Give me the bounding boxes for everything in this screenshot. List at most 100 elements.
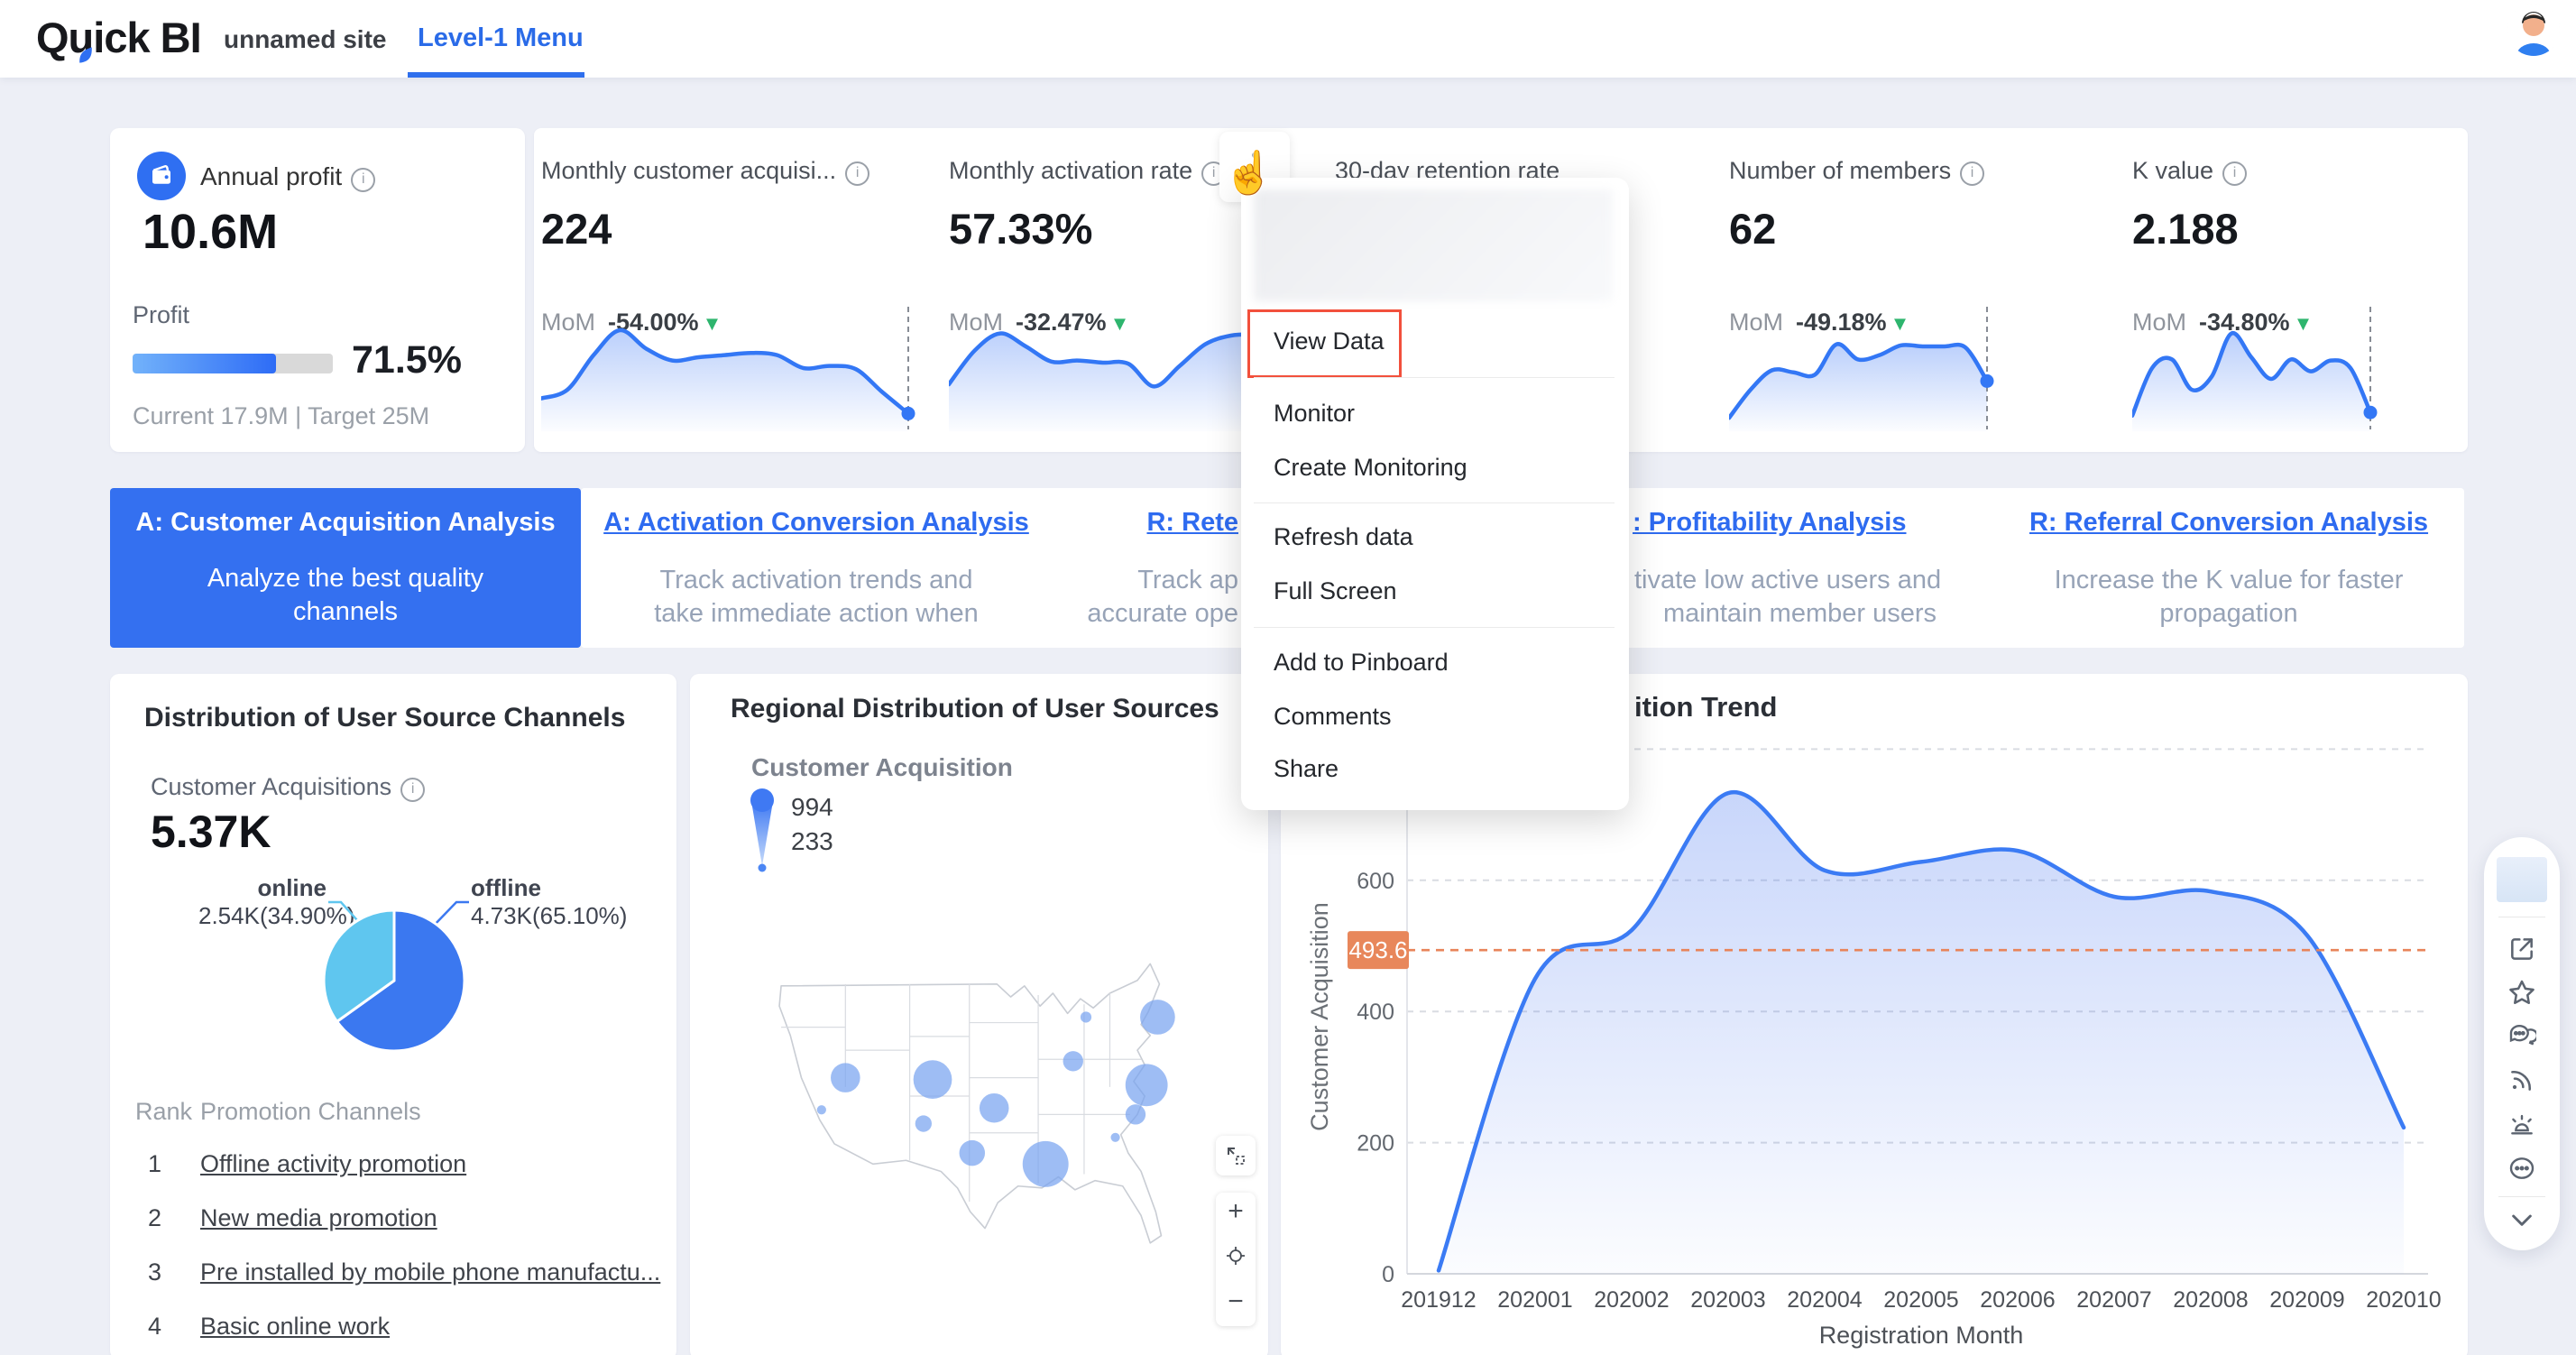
info-icon[interactable]: i	[2222, 161, 2247, 186]
svg-text:202006: 202006	[1980, 1287, 2055, 1313]
map-bubble[interactable]	[1110, 1133, 1119, 1142]
kpi-value: 224	[541, 204, 612, 253]
bubble-size-legend-icon	[740, 787, 785, 877]
kpi-value: 57.33%	[949, 204, 1092, 253]
quickbi-logo[interactable]: Quick BI	[36, 13, 201, 62]
collapse-chevron-icon[interactable]	[2507, 1205, 2536, 1234]
card-title: Regional Distribution of User Sources	[731, 694, 1219, 724]
tab-desc-line: Increase the K value for faster	[1993, 566, 2464, 595]
progress-footer: Current 17.9M | Target 25M	[133, 402, 429, 430]
map-bubble[interactable]	[960, 1140, 986, 1166]
map-bubble[interactable]	[1023, 1141, 1069, 1187]
svg-text:202001: 202001	[1497, 1287, 1572, 1313]
info-icon[interactable]: i	[1960, 161, 1984, 186]
metric-label: Customer Acquisitionsi	[151, 773, 425, 802]
svg-text:600: 600	[1357, 869, 1394, 894]
tab-desc-fragment: Track ap	[1052, 566, 1238, 595]
menu-divider	[1254, 377, 1615, 378]
tab-title-fragment: R: Rete	[1052, 508, 1238, 538]
svg-text:202009: 202009	[2269, 1287, 2344, 1313]
page-thumbnail[interactable]	[2497, 857, 2547, 902]
tab-referral-conversion-analysis[interactable]: R: Referral Conversion Analysis Increase…	[1993, 488, 2464, 648]
map-bubble[interactable]	[1126, 1104, 1145, 1124]
tab-title: A: Activation Conversion Analysis	[581, 508, 1052, 538]
us-outline	[779, 963, 1161, 1242]
map-bubble[interactable]	[1140, 1000, 1175, 1035]
tab-title: R: Referral Conversion Analysis	[1993, 508, 2464, 538]
tab-profitability-analysis[interactable]: : Profitability Analysis tivate low acti…	[1633, 488, 1993, 648]
rank-number: 2	[148, 1204, 161, 1232]
blurred-menu-item	[1254, 189, 1613, 301]
tab-desc-fragment: maintain member users	[1663, 599, 1937, 629]
tab-desc-line: channels	[110, 597, 581, 627]
kpi-title: Number of membersi	[1729, 157, 1984, 186]
map-bubble[interactable]	[914, 1060, 952, 1099]
export-icon[interactable]	[2507, 935, 2536, 963]
floating-toolbar	[2484, 837, 2560, 1250]
comments-icon[interactable]	[2507, 1021, 2536, 1050]
svg-text:202003: 202003	[1690, 1287, 1765, 1313]
svg-text:202008: 202008	[2173, 1287, 2248, 1313]
map-bubble[interactable]	[1126, 1064, 1168, 1106]
box-zoom-icon	[1225, 1145, 1247, 1166]
pie-chart[interactable]	[272, 872, 525, 1080]
menu-item-refresh-data[interactable]: Refresh data	[1274, 523, 1413, 551]
menu-item-create-monitoring[interactable]: Create Monitoring	[1274, 454, 1467, 482]
info-icon[interactable]: i	[845, 161, 869, 186]
x-axis-title: Registration Month	[1819, 1322, 2024, 1349]
sparkline-chart	[1729, 300, 1994, 435]
map-zoom-out-button[interactable]: −	[1216, 1288, 1256, 1315]
tab-desc-line: Track activation trends and	[581, 566, 1052, 595]
kpi-monthly-customer-acquisition: Monthly customer acquisi...i 224 MoM-54.…	[537, 128, 925, 452]
tab-retention-analysis[interactable]: R: Rete Track ap accurate ope	[1052, 488, 1238, 648]
svg-text:201912: 201912	[1401, 1287, 1476, 1313]
map-recenter-button[interactable]	[1225, 1245, 1247, 1271]
map-bubble[interactable]	[817, 1105, 826, 1114]
tab-customer-acquisition-analysis[interactable]: A: Customer Acquisition Analysis Analyze…	[110, 488, 581, 648]
map-box-zoom-button[interactable]	[1216, 1136, 1256, 1175]
menu-item-monitor[interactable]: Monitor	[1274, 400, 1355, 428]
svg-text:202002: 202002	[1594, 1287, 1669, 1313]
map-bubble[interactable]	[1081, 1011, 1091, 1022]
menu-divider	[1254, 627, 1615, 628]
rank-channel-link[interactable]: New media promotion	[200, 1204, 437, 1232]
svg-text:202007: 202007	[2076, 1287, 2151, 1313]
favorite-star-icon[interactable]	[2507, 978, 2536, 1007]
info-icon[interactable]: i	[351, 168, 375, 192]
us-bubble-map[interactable]	[726, 938, 1240, 1254]
map-bubble[interactable]	[831, 1063, 860, 1092]
legend-title: Customer Acquisition	[751, 753, 1013, 782]
alert-siren-icon[interactable]	[2507, 1111, 2536, 1139]
rank-channel-link[interactable]: Pre installed by mobile phone manufactu.…	[200, 1258, 660, 1286]
subscribe-broadcast-icon[interactable]	[2507, 1065, 2536, 1094]
menu-item-share[interactable]: Share	[1274, 755, 1339, 783]
info-icon[interactable]: i	[400, 778, 425, 802]
map-zoom-in-button[interactable]: +	[1216, 1198, 1256, 1225]
rank-number: 3	[148, 1258, 161, 1286]
kpi-number-of-members: Number of membersi 62 MoM-49.18%▼	[1725, 128, 2112, 452]
tab-desc-fragment: accurate ope	[1052, 599, 1238, 629]
menu-item-add-to-pinboard[interactable]: Add to Pinboard	[1274, 649, 1449, 677]
map-bubble[interactable]	[915, 1115, 932, 1131]
profit-progress-fill	[133, 354, 276, 373]
annual-profit-card: Annual profiti 10.6M Profit 71.5% Curren…	[110, 128, 525, 452]
progress-percent: 71.5%	[352, 338, 462, 383]
tab-activation-conversion-analysis[interactable]: A: Activation Conversion Analysis Track …	[581, 488, 1052, 648]
more-options-icon[interactable]	[2507, 1154, 2536, 1183]
map-bubble[interactable]	[980, 1093, 1009, 1123]
menu-item-view-data[interactable]: View Data	[1274, 327, 1385, 355]
sparkline-chart	[541, 300, 915, 435]
kpi-title: K valuei	[2132, 157, 2247, 186]
rank-channel-link[interactable]: Basic online work	[200, 1313, 390, 1341]
map-bubble[interactable]	[1063, 1051, 1083, 1071]
menu-item-full-screen[interactable]: Full Screen	[1274, 577, 1397, 605]
trend-area	[1439, 792, 2404, 1274]
menu-item-comments[interactable]: Comments	[1274, 703, 1392, 731]
nav-level1-menu[interactable]: Level-1 Menu	[418, 23, 584, 53]
svg-text:202004: 202004	[1787, 1287, 1863, 1313]
y-axis-title: Customer Acquisition	[1306, 902, 1333, 1131]
avatar[interactable]	[2507, 4, 2560, 56]
rank-channel-link[interactable]: Offline activity promotion	[200, 1150, 466, 1178]
kpi-value: 62	[1729, 204, 1776, 253]
tab-desc-line: Analyze the best quality	[110, 564, 581, 594]
